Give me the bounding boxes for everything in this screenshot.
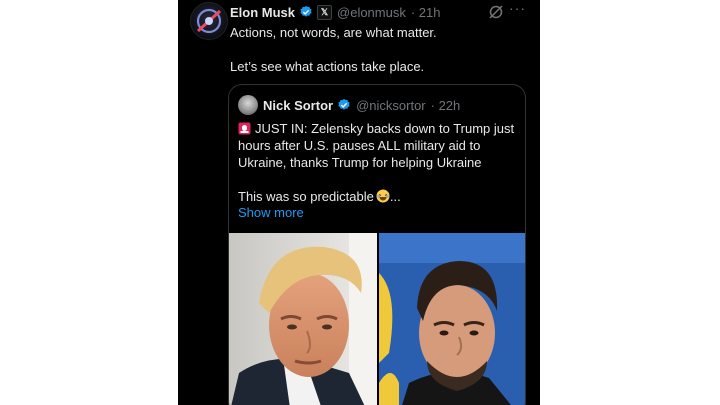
show-more-link[interactable]: Show more (238, 205, 304, 220)
quoted-text-para: JUST IN: Zelensky backs down to Trump ju… (238, 120, 517, 171)
quoted-text-ellipsis: ... (389, 189, 401, 204)
quoted-author-name[interactable]: Nick Sortor (263, 98, 333, 113)
laughing-emoji-icon (376, 189, 390, 203)
tweet-text-line: Let’s see what actions take place. (230, 59, 425, 74)
tweet-time[interactable]: · 21h (411, 5, 441, 20)
author-name[interactable]: Elon Musk (230, 5, 295, 20)
photo-left[interactable] (229, 233, 377, 405)
tweet-text: Actions, not words, are what matter. Let… (230, 24, 526, 75)
quoted-time[interactable]: · 22h (431, 98, 461, 113)
quoted-text-line: This was so predictable (238, 189, 374, 204)
quoted-text-para: This was so predictable... (238, 188, 517, 205)
x-affiliate-badge-icon: 𝕏 (317, 4, 333, 20)
photo-right[interactable] (379, 233, 525, 405)
quoted-tweet[interactable]: Nick Sortor @nicksortor · 22h JUST IN: Z… (228, 84, 526, 405)
quoted-avatar[interactable] (238, 95, 258, 115)
quoted-header: Nick Sortor @nicksortor · 22h (263, 96, 460, 114)
quoted-text-line: JUST IN: Zelensky backs down to Trump ju… (238, 121, 515, 170)
quoted-author-handle[interactable]: @nicksortor (356, 98, 426, 113)
grok-icon[interactable] (488, 4, 504, 20)
quoted-media[interactable] (229, 233, 525, 405)
verified-badge-icon (337, 98, 351, 112)
author-handle[interactable]: @elonmusk (337, 5, 406, 20)
avatar[interactable] (190, 2, 228, 40)
verified-badge-icon (299, 5, 313, 19)
tweet-card: Elon Musk 𝕏 @elonmusk · 21h ··· Actions,… (178, 0, 540, 405)
siren-emoji-icon (238, 122, 251, 135)
more-icon[interactable]: ··· (509, 0, 526, 16)
tweet-text-line: Actions, not words, are what matter. (230, 25, 437, 40)
quoted-text: JUST IN: Zelensky backs down to Trump ju… (238, 120, 517, 205)
